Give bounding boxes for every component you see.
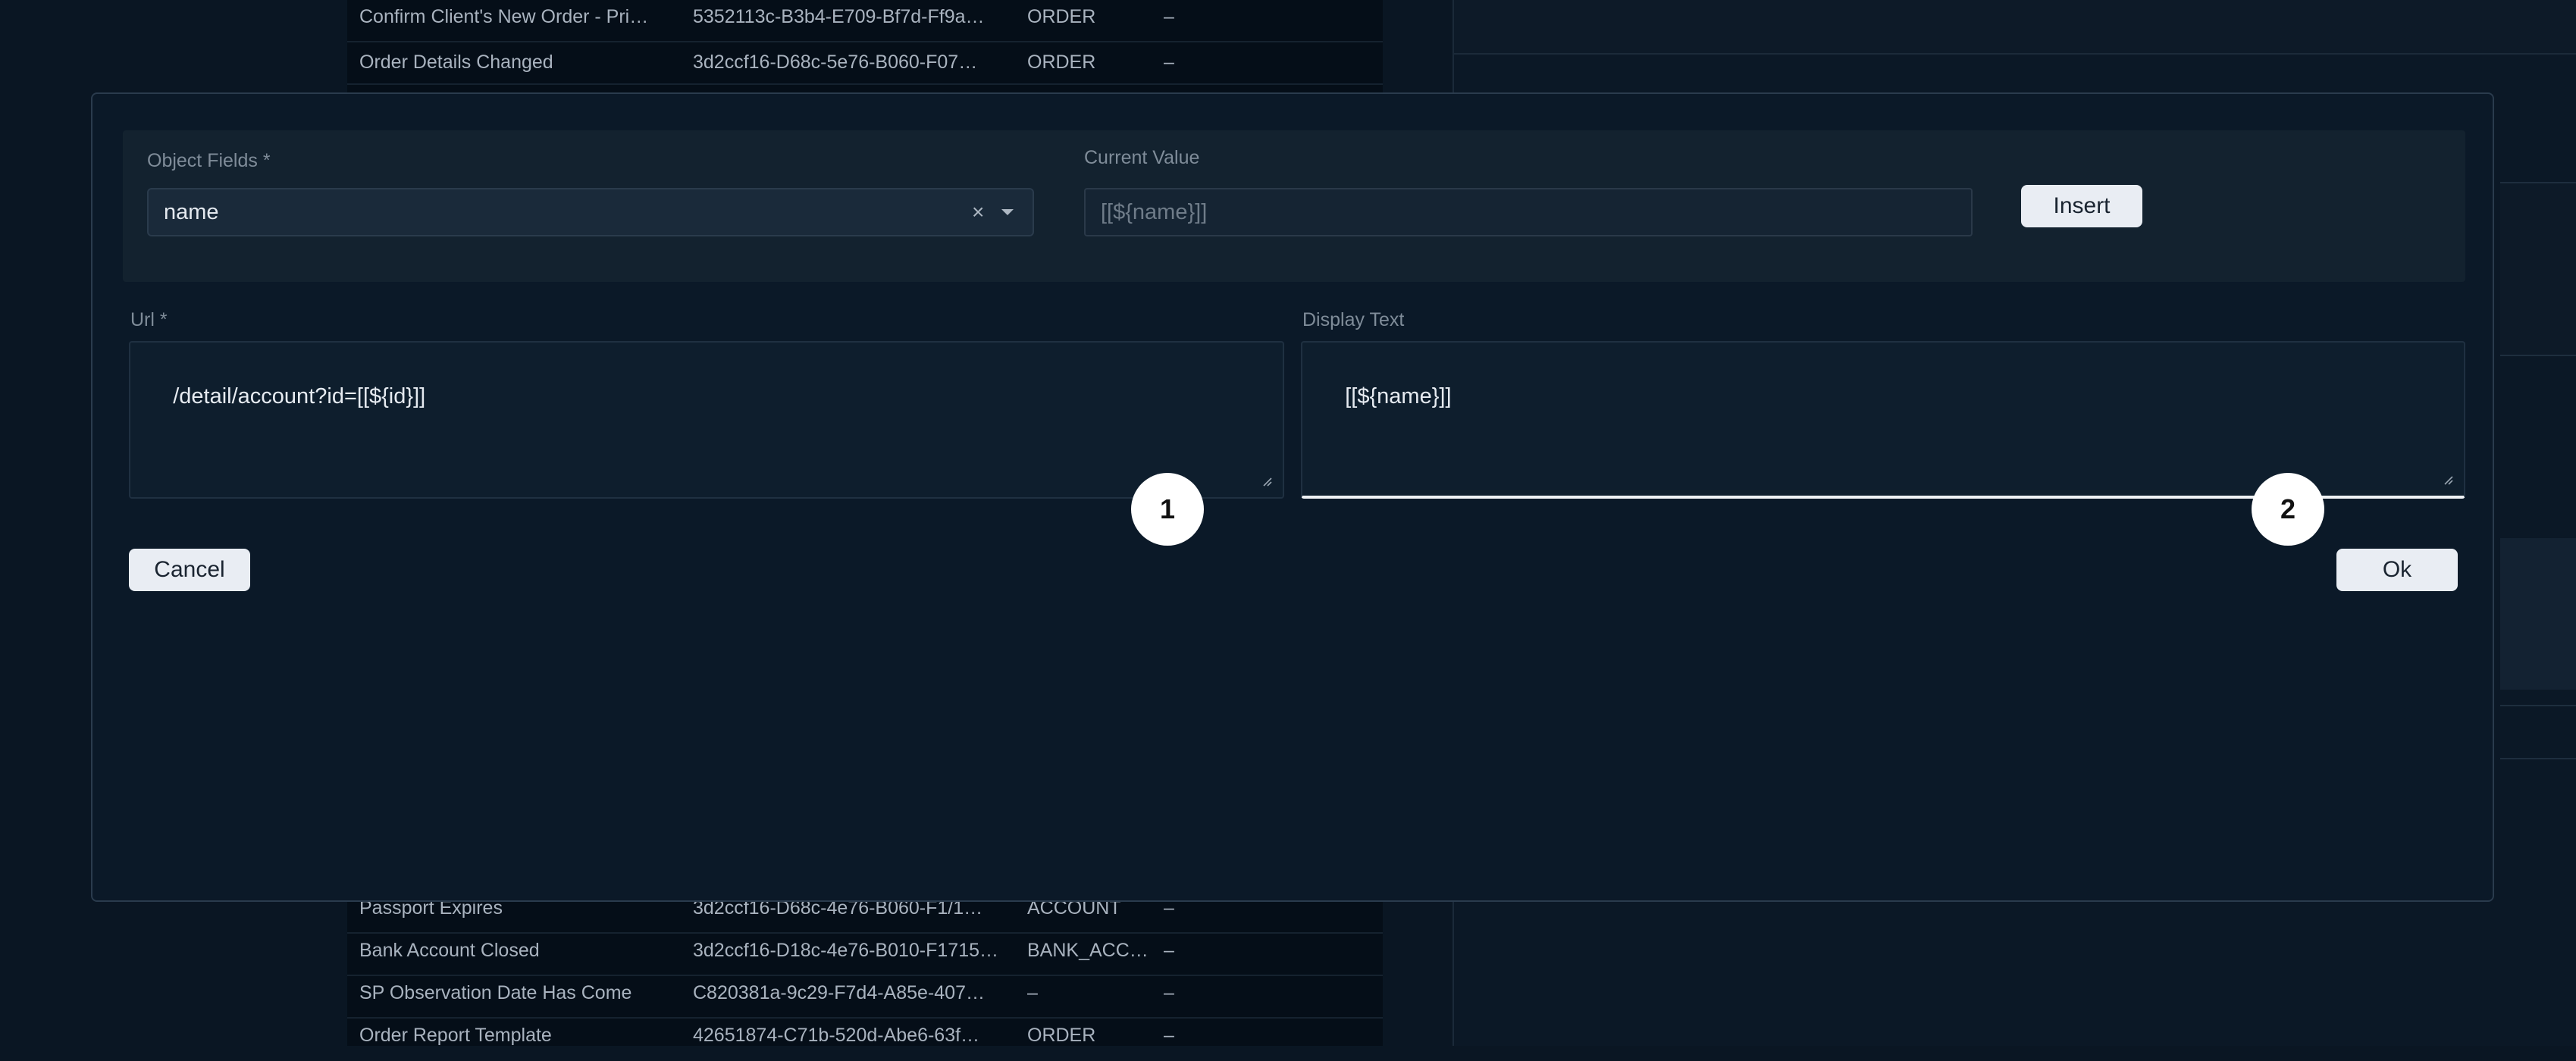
row-id: 3d2ccf16-D68c-5e76-B060-F07… (693, 52, 978, 73)
row-type: – (1027, 982, 1038, 1003)
row-extra: – (1164, 6, 1174, 27)
table-row[interactable]: Confirm Client's New Order - Pri… 535211… (347, 0, 1383, 42)
display-text-value: [[${name}]] (1345, 384, 1452, 408)
step-marker-1: 1 (1131, 473, 1204, 546)
object-fields-value: name (164, 200, 219, 224)
table-row[interactable]: SP Observation Date Has Come C820381a-9c… (347, 976, 1383, 1019)
background-panel-section (2500, 182, 2576, 356)
row-name: Order Report Template (359, 1025, 552, 1046)
row-name: Order Details Changed (359, 52, 553, 73)
table-row[interactable]: Bank Account Closed 3d2ccf16-D18c-4e76-B… (347, 934, 1383, 976)
clear-icon[interactable]: × (972, 189, 984, 235)
current-value-label: Current Value (1084, 147, 1200, 168)
divider (2500, 705, 2576, 706)
object-fields-select[interactable]: name × (147, 188, 1034, 236)
table-row[interactable]: Order Details Changed 3d2ccf16-D68c-5e76… (347, 42, 1383, 85)
object-fields-label: Object Fields * (147, 150, 271, 171)
row-extra: – (1164, 982, 1174, 1003)
object-field-section: Object Fields * name × Current Value [[$… (123, 130, 2465, 282)
row-type: ORDER (1027, 52, 1096, 73)
background-panel-header (1454, 0, 2576, 55)
row-type: ORDER (1027, 6, 1096, 27)
background-panel-section (2500, 538, 2576, 690)
current-value-field: [[${name}]] (1084, 188, 1973, 236)
url-textarea[interactable]: /detail/account?id=[[${id}]] (129, 341, 1284, 499)
url-value: /detail/account?id=[[${id}]] (173, 384, 426, 408)
table-row[interactable]: Order Report Template 42651874-C71b-520d… (347, 1019, 1383, 1061)
row-name: SP Observation Date Has Come (359, 982, 632, 1003)
row-name: Confirm Client's New Order - Pri… (359, 6, 649, 27)
row-extra: – (1164, 52, 1174, 73)
row-extra: – (1164, 940, 1174, 961)
ok-button[interactable]: Ok (2336, 549, 2458, 591)
divider (2500, 758, 2576, 759)
link-editor-modal: Object Fields * name × Current Value [[$… (91, 92, 2494, 902)
resize-handle-icon[interactable] (2441, 473, 2453, 485)
display-text-label: Display Text (1302, 309, 1405, 330)
url-label: Url * (130, 309, 168, 330)
resize-handle-icon[interactable] (1260, 474, 1272, 487)
row-type: BANK_ACC… (1027, 940, 1149, 961)
row-id: 5352113c-B3b4-E709-Bf7d-Ff9a… (693, 6, 985, 27)
row-id: 42651874-C71b-520d-Abe6-63f… (693, 1025, 980, 1046)
row-type: ORDER (1027, 1025, 1096, 1046)
cancel-button[interactable]: Cancel (129, 549, 250, 591)
chevron-down-icon[interactable] (996, 189, 1019, 235)
row-name: Bank Account Closed (359, 940, 540, 961)
row-extra: – (1164, 1025, 1174, 1046)
row-id: C820381a-9c29-F7d4-A85e-407… (693, 982, 985, 1003)
insert-button[interactable]: Insert (2021, 185, 2142, 227)
step-marker-2: 2 (2252, 473, 2324, 546)
row-id: 3d2ccf16-D18c-4e76-B010-F1715… (693, 940, 999, 961)
